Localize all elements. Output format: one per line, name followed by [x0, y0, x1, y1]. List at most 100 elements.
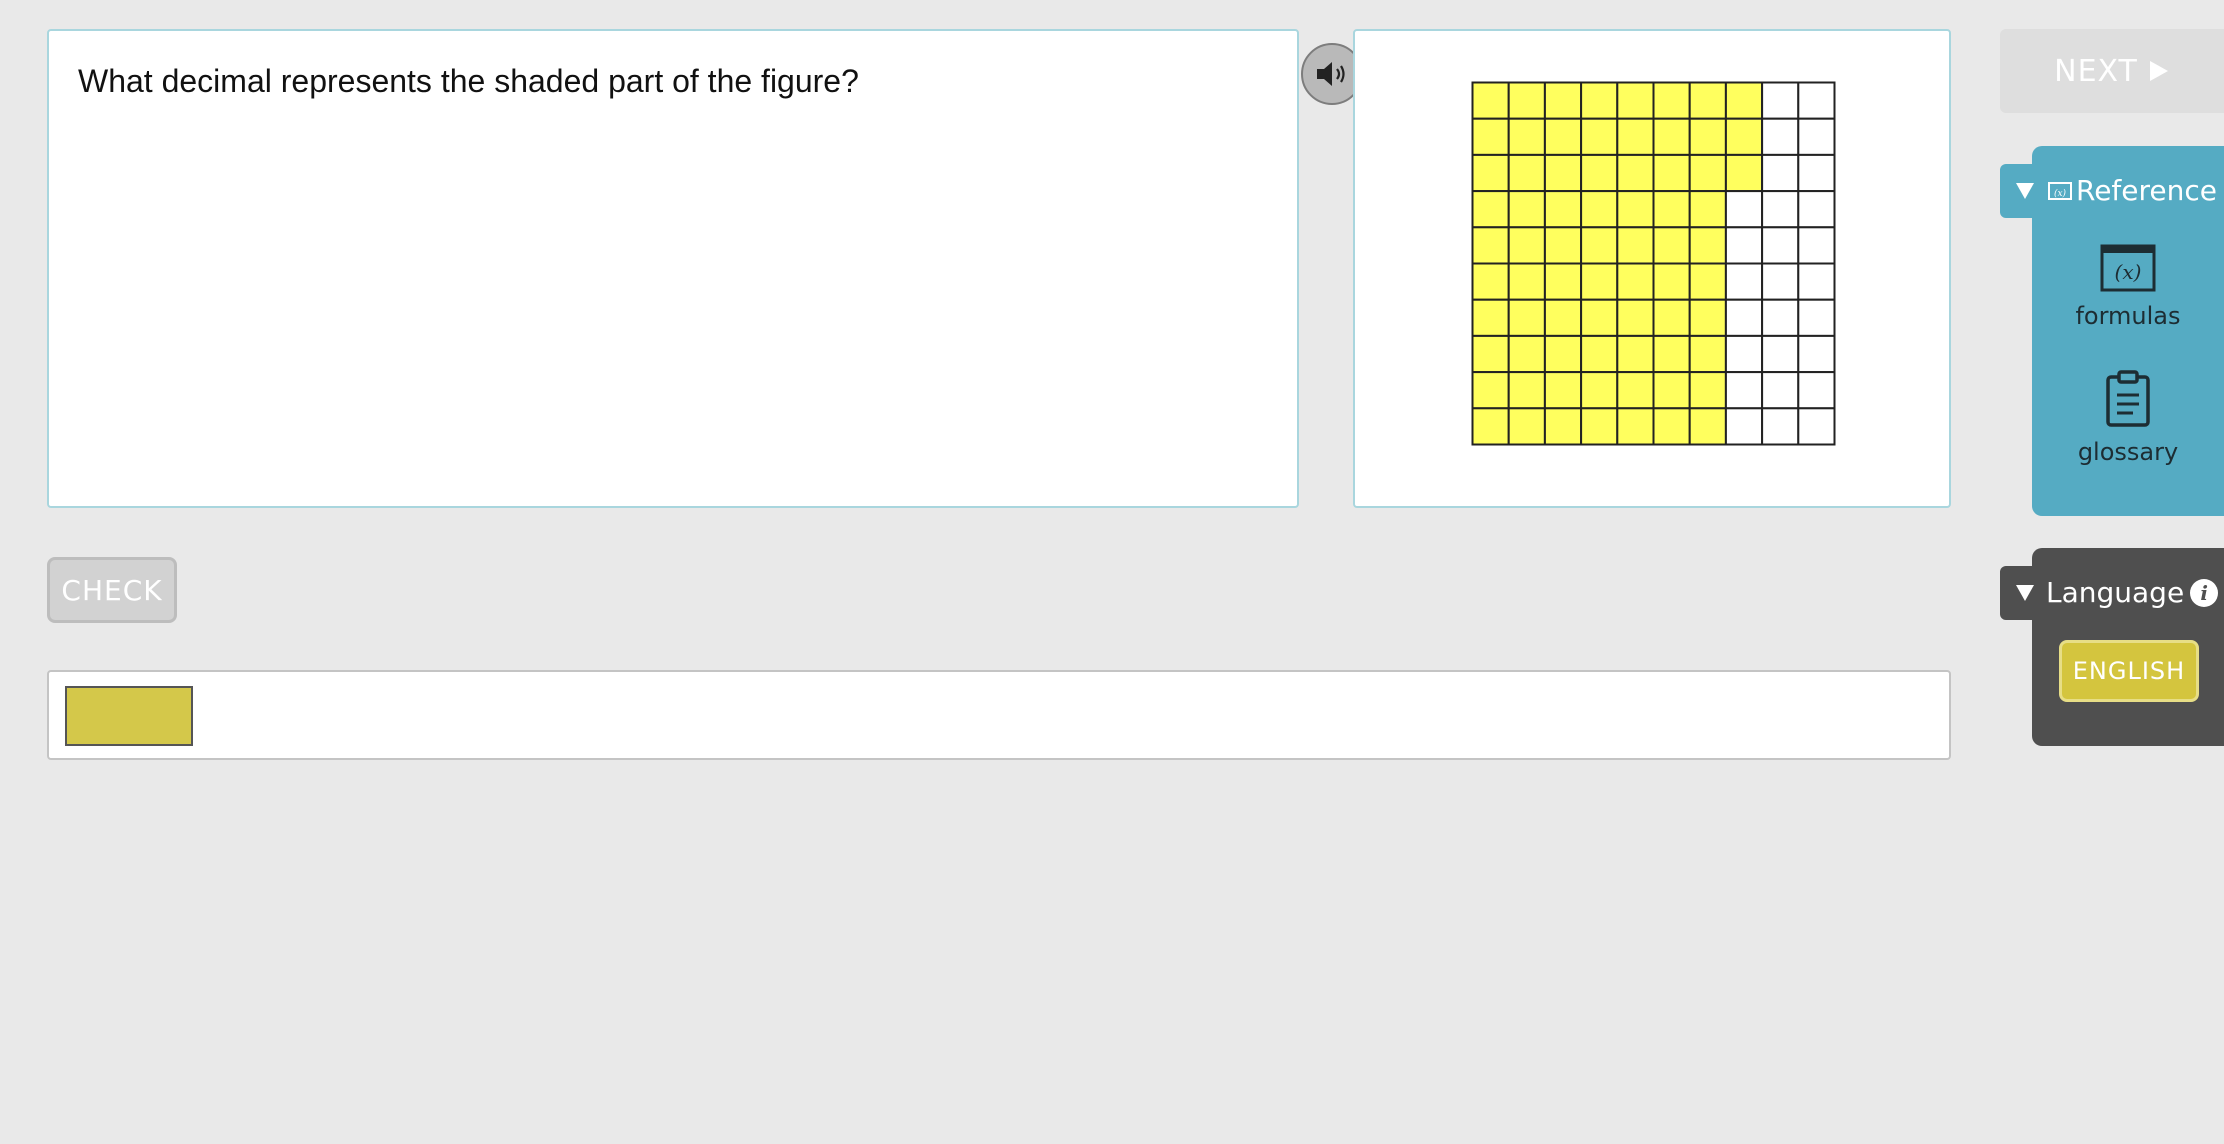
- grid-cell-shaded: [1543, 298, 1583, 337]
- grid-cell-shaded: [1616, 190, 1655, 229]
- grid-cell-shaded: [1543, 81, 1583, 120]
- grid-cell-shaded: [1688, 153, 1727, 193]
- grid-cell-shaded: [1688, 190, 1727, 229]
- grid-cell-shaded: [1543, 407, 1583, 446]
- grid-cell-shaded: [1580, 153, 1619, 193]
- reference-item-formulas[interactable]: (x) formulas: [2032, 244, 2224, 330]
- grid-cell-unshaded: [1761, 407, 1800, 446]
- grid-cell-unshaded: [1761, 153, 1800, 193]
- grid-cell-shaded: [1543, 334, 1583, 374]
- grid-cell-shaded: [1543, 371, 1583, 410]
- grid-cell-unshaded: [1724, 226, 1764, 265]
- reference-toggle[interactable]: [2000, 164, 2050, 218]
- grid-cell-shaded: [1688, 334, 1727, 374]
- grid-cell-unshaded: [1724, 407, 1764, 446]
- grid-cell-shaded: [1471, 298, 1510, 337]
- grid-cell-shaded: [1580, 298, 1619, 337]
- grid-cell-shaded: [1616, 226, 1655, 265]
- grid-cell-shaded: [1652, 371, 1691, 410]
- grid-cell-unshaded: [1797, 371, 1836, 410]
- grid-cell-shaded: [1507, 371, 1546, 410]
- grid-cell-shaded: [1616, 334, 1655, 374]
- reference-title: Reference: [2076, 174, 2217, 207]
- grid-cell-unshaded: [1761, 334, 1800, 374]
- grid-cell-unshaded: [1797, 407, 1836, 446]
- speaker-icon: [1317, 62, 1345, 86]
- question-panel: What decimal represents the shaded part …: [47, 29, 1363, 508]
- grid-cell-shaded: [1543, 226, 1583, 265]
- grid-cell-unshaded: [1797, 190, 1836, 229]
- language-header: Language i: [2046, 576, 2219, 609]
- grid-cell-shaded: [1543, 153, 1583, 193]
- grid-cell-shaded: [1580, 81, 1619, 120]
- grid-cell-shaded: [1688, 262, 1727, 301]
- grid-cell-shaded: [1543, 262, 1583, 301]
- grid-cell-unshaded: [1761, 262, 1800, 301]
- grid-cell-shaded: [1507, 117, 1546, 156]
- formula-small-icon: (x): [2048, 181, 2072, 200]
- reference-item-label: glossary: [2077, 438, 2179, 466]
- grid-cell-shaded: [1616, 262, 1655, 301]
- grid-cell-shaded: [1471, 371, 1510, 410]
- language-english-button[interactable]: ENGLISH: [2059, 640, 2199, 702]
- grid-cell-shaded: [1616, 153, 1655, 193]
- info-icon[interactable]: i: [2190, 578, 2219, 607]
- grid-cell-shaded: [1507, 262, 1546, 301]
- grid-cell-shaded: [1652, 81, 1691, 120]
- grid-cell-shaded: [1652, 334, 1691, 374]
- play-arrow-icon: [2149, 61, 2168, 81]
- next-button-label: NEXT: [2054, 53, 2138, 89]
- grid-cell-shaded: [1471, 334, 1510, 374]
- answer-area: [47, 670, 1951, 760]
- grid-cell-unshaded: [1797, 117, 1836, 156]
- grid-cell-shaded: [1580, 226, 1619, 265]
- grid-cell-unshaded: [1761, 81, 1800, 120]
- grid-cell-shaded: [1652, 407, 1691, 446]
- grid-cell-unshaded: [1797, 298, 1836, 337]
- reference-header[interactable]: (x) Reference: [2048, 174, 2217, 207]
- grid-cell-shaded: [1688, 81, 1727, 120]
- grid-cell-unshaded: [1761, 190, 1800, 229]
- grid-cell-shaded: [1471, 407, 1510, 446]
- grid-cell-shaded: [1543, 190, 1583, 229]
- grid-cell-unshaded: [1724, 262, 1764, 301]
- grid-cell-unshaded: [1761, 298, 1800, 337]
- grid-cell-shaded: [1471, 190, 1510, 229]
- grid-cell-shaded: [1507, 334, 1546, 374]
- svg-text:(x): (x): [2115, 260, 2142, 284]
- grid-cell-unshaded: [1761, 117, 1800, 156]
- reference-item-glossary[interactable]: glossary: [2032, 370, 2224, 466]
- language-toggle[interactable]: [2000, 566, 2050, 620]
- grid-cell-shaded: [1580, 371, 1619, 410]
- grid-cell-shaded: [1507, 226, 1546, 265]
- grid-cell-unshaded: [1724, 190, 1764, 229]
- reference-item-label: formulas: [2075, 302, 2181, 330]
- language-title: Language: [2046, 576, 2185, 609]
- grid-cell-shaded: [1543, 117, 1583, 156]
- grid-cell-shaded: [1724, 153, 1764, 193]
- grid-cell-shaded: [1724, 81, 1764, 120]
- grid-cell-shaded: [1652, 226, 1691, 265]
- clipboard-icon: [2106, 370, 2150, 427]
- answer-input[interactable]: [65, 686, 193, 746]
- formula-icon: (x): [2100, 244, 2156, 292]
- grid-cell-shaded: [1471, 153, 1510, 193]
- grid-cell-shaded: [1507, 298, 1546, 337]
- grid-cell-unshaded: [1724, 371, 1764, 410]
- next-button[interactable]: NEXT: [2000, 29, 2224, 113]
- grid-cell-shaded: [1507, 153, 1546, 193]
- grid-cell-shaded: [1688, 117, 1727, 156]
- grid-cell-unshaded: [1797, 81, 1836, 120]
- grid-cell-shaded: [1471, 81, 1510, 120]
- svg-text:(x): (x): [2054, 188, 2067, 199]
- grid-cell-shaded: [1471, 117, 1510, 156]
- grid-cell-shaded: [1616, 117, 1655, 156]
- grid-cell-shaded: [1652, 190, 1691, 229]
- figure-panel: [1353, 29, 1951, 508]
- grid-cell-shaded: [1688, 407, 1727, 446]
- grid-cell-unshaded: [1761, 226, 1800, 265]
- triangle-down-icon: [2016, 585, 2034, 601]
- grid-cell-shaded: [1616, 371, 1655, 410]
- grid-cell-shaded: [1652, 262, 1691, 301]
- check-button[interactable]: CHECK: [47, 557, 177, 623]
